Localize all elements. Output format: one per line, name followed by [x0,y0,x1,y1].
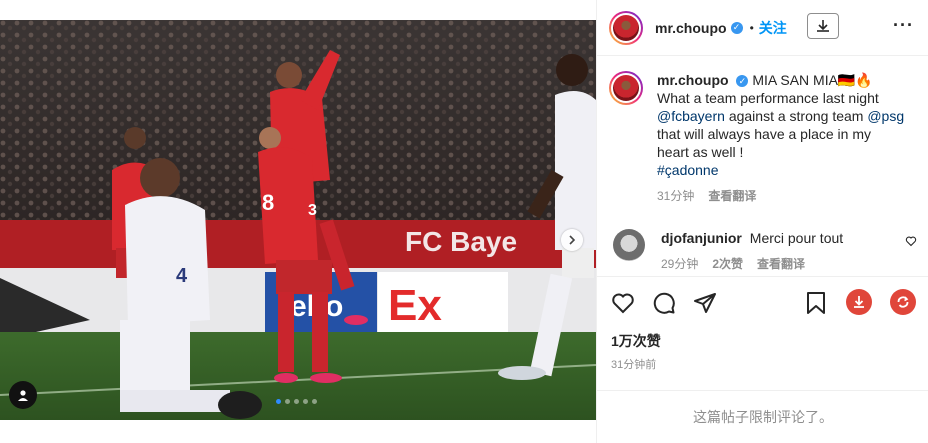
carousel-dot [312,399,317,404]
author-username[interactable]: mr.choupo [655,20,727,36]
jersey-number: 8 [262,190,274,215]
carousel-dot [285,399,290,404]
save-media-icon [854,296,864,308]
author-avatar[interactable] [609,10,643,45]
comment-item: djofanjunior Merci pour tout 29分钟 2次赞 查看… [609,229,917,273]
mention-fcbayern[interactable]: @fcbayern [657,108,725,124]
caption-line-1: MIA SAN MIA [752,72,838,88]
stadium-banner-text: FC Baye [405,226,517,257]
author-avatar-frame [611,12,641,43]
post-details-panel: mr.choupo ✓ • 关注 ··· mr.choupo ✓ MIA SAN… [596,0,928,443]
comment-text-row: djofanjunior Merci pour tout [661,229,891,247]
comment-translate-button[interactable]: 查看翻译 [757,255,805,273]
commenter-username[interactable]: djofanjunior [661,230,742,246]
jersey-number-3: 4 [176,265,188,287]
likes-count[interactable]: 1万次赞 [611,331,661,351]
author-avatar-image [613,14,639,41]
download-button[interactable] [807,13,839,39]
hashtag-link[interactable]: #çadonne [657,162,719,178]
caption-time[interactable]: 31分钟 [657,187,694,205]
tag-user-icon [18,390,28,401]
comment-body: djofanjunior Merci pour tout 29分钟 2次赞 查看… [661,229,891,273]
heart-icon[interactable] [611,291,635,315]
comment-like-icon[interactable] [905,235,917,247]
follow-button[interactable]: 关注 [759,18,787,38]
tagged-users-button[interactable] [9,381,37,409]
post-photo-illustration: FC Baye Ex ebo 8 3 [0,20,596,420]
carousel-indicator [276,399,317,404]
caption-line-2: What a team performance last night [657,90,879,106]
caption-avatar-frame [611,73,641,103]
caption-line-4: that will always have a place in my hear… [657,126,871,160]
comment-meta: 29分钟 2次赞 查看翻译 [661,255,891,273]
post-photo[interactable]: FC Baye Ex ebo 8 3 [0,20,596,420]
caption-translate-button[interactable]: 查看翻译 [708,187,756,205]
carousel-dot [276,399,281,404]
action-bar [597,276,928,330]
post-timestamp[interactable]: 31分钟前 [611,356,656,372]
save-media-button[interactable] [846,289,872,315]
carousel-dot [303,399,308,404]
ad-board-text: Ex [388,281,442,330]
caption-avatar-image [613,75,639,101]
verified-icon: ✓ [736,75,749,88]
commenter-avatar[interactable] [613,229,645,261]
comments-section: mr.choupo ✓ MIA SAN MIA🇩🇪🔥 What a team p… [597,57,928,275]
repost-icon [897,296,909,308]
download-icon [817,20,829,32]
caption-meta: 31分钟 查看翻译 [657,187,905,205]
chevron-right-icon [569,235,576,245]
caption-text: mr.choupo ✓ MIA SAN MIA🇩🇪🔥 What a team p… [657,71,905,179]
media-column: FC Baye Ex ebo 8 3 [0,0,596,443]
comment-text: Merci pour tout [749,230,844,246]
comment-likes[interactable]: 2次赞 [712,255,743,273]
carousel-dot [294,399,299,404]
repost-button[interactable] [890,289,916,315]
share-icon[interactable] [693,291,717,315]
caption-body: mr.choupo ✓ MIA SAN MIA🇩🇪🔥 What a team p… [657,71,905,205]
comment-time[interactable]: 29分钟 [661,255,698,273]
more-options-button[interactable]: ··· [893,15,914,36]
comment-icon[interactable] [652,291,676,315]
caption-line-3: against a strong team [728,108,864,124]
header-separator: • [749,20,754,35]
caption-avatar[interactable] [609,71,643,105]
verified-icon: ✓ [730,21,743,34]
comments-restricted-notice: 这篇帖子限制评论了。 [597,390,928,443]
mention-psg[interactable]: @psg [867,108,904,124]
post-header: mr.choupo ✓ • 关注 ··· [597,0,928,56]
carousel-next-button[interactable] [561,229,583,251]
caption-emoji: 🇩🇪🔥 [837,72,873,88]
caption-username[interactable]: mr.choupo [657,72,729,88]
bookmark-icon[interactable] [805,291,827,315]
jersey-number-2: 3 [308,202,317,219]
caption-comment: mr.choupo ✓ MIA SAN MIA🇩🇪🔥 What a team p… [609,71,917,205]
